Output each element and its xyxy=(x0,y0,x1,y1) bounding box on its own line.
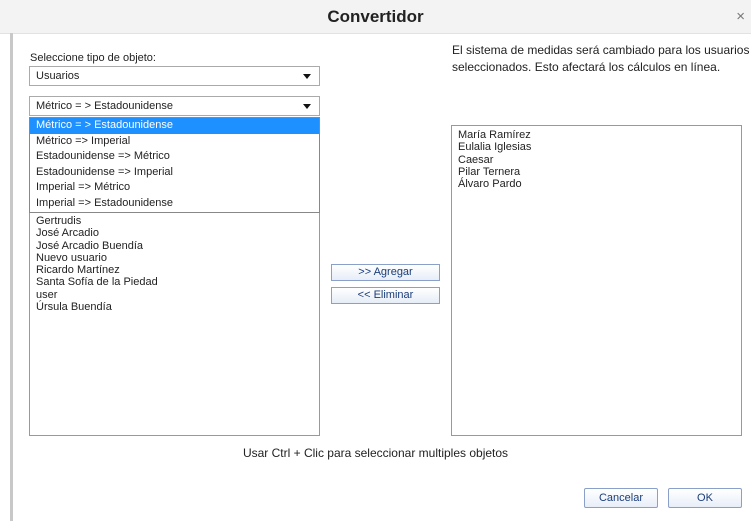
dialog-title: Convertidor xyxy=(327,7,424,26)
conversion-dropdown-list: Métrico = > Estadounidense Métrico => Imp… xyxy=(29,117,320,213)
close-icon[interactable]: × xyxy=(736,9,745,24)
conversion-select[interactable]: Métrico = > Estadounidense xyxy=(29,96,320,116)
list-item[interactable]: Nuevo usuario xyxy=(30,252,319,264)
conversion-option[interactable]: Métrico => Imperial xyxy=(30,134,319,150)
list-item[interactable]: José Arcadio Buendía xyxy=(30,240,319,252)
title-bar: Convertidor × xyxy=(0,0,751,34)
multi-select-hint: Usar Ctrl + Clic para seleccionar multip… xyxy=(242,446,509,460)
list-item[interactable]: Santa Sofía de la Piedad xyxy=(30,276,319,288)
list-item[interactable]: Eulalia Iglesias xyxy=(452,141,741,153)
list-item[interactable]: José Arcadio xyxy=(30,227,319,239)
list-item[interactable]: Caesar xyxy=(452,154,741,166)
conversion-option[interactable]: Métrico = > Estadounidense xyxy=(30,118,319,134)
selected-users-listbox[interactable]: María Ramírez Eulalia Iglesias Caesar Pilar… xyxy=(451,125,742,436)
conversion-value: Métrico = > Estadounidense xyxy=(36,100,173,112)
object-type-select[interactable]: Usuarios xyxy=(29,66,320,86)
conversion-option[interactable]: Estadounidense => Métrico xyxy=(30,149,319,165)
ok-button[interactable]: OK xyxy=(668,488,742,508)
conversion-option[interactable]: Estadounidense => Imperial xyxy=(30,165,319,181)
list-item[interactable]: Úrsula Buendía xyxy=(30,301,319,313)
conversion-option[interactable]: Imperial => Estadounidense xyxy=(30,196,319,212)
chevron-down-icon xyxy=(303,104,311,109)
list-item[interactable]: Ricardo Martínez xyxy=(30,264,319,276)
cancel-button[interactable]: Cancelar xyxy=(584,488,658,508)
object-type-label: Seleccione tipo de objeto: xyxy=(30,52,156,64)
list-item[interactable]: user xyxy=(30,289,319,301)
converter-dialog: Convertidor × Seleccione tipo de objeto:… xyxy=(0,0,751,521)
list-item[interactable]: Álvaro Pardo xyxy=(452,178,741,190)
remove-button[interactable]: << Eliminar xyxy=(331,287,440,304)
add-button[interactable]: >> Agregar xyxy=(331,264,440,281)
list-item[interactable]: Gertrudis xyxy=(30,215,319,227)
conversion-option[interactable]: Imperial => Métrico xyxy=(30,180,319,196)
chevron-down-icon xyxy=(303,74,311,79)
info-text: El sistema de medidas será cambiado para… xyxy=(452,43,750,74)
object-type-value: Usuarios xyxy=(36,70,80,82)
list-item[interactable]: María Ramírez xyxy=(452,129,741,141)
list-item[interactable]: Pilar Ternera xyxy=(452,166,741,178)
